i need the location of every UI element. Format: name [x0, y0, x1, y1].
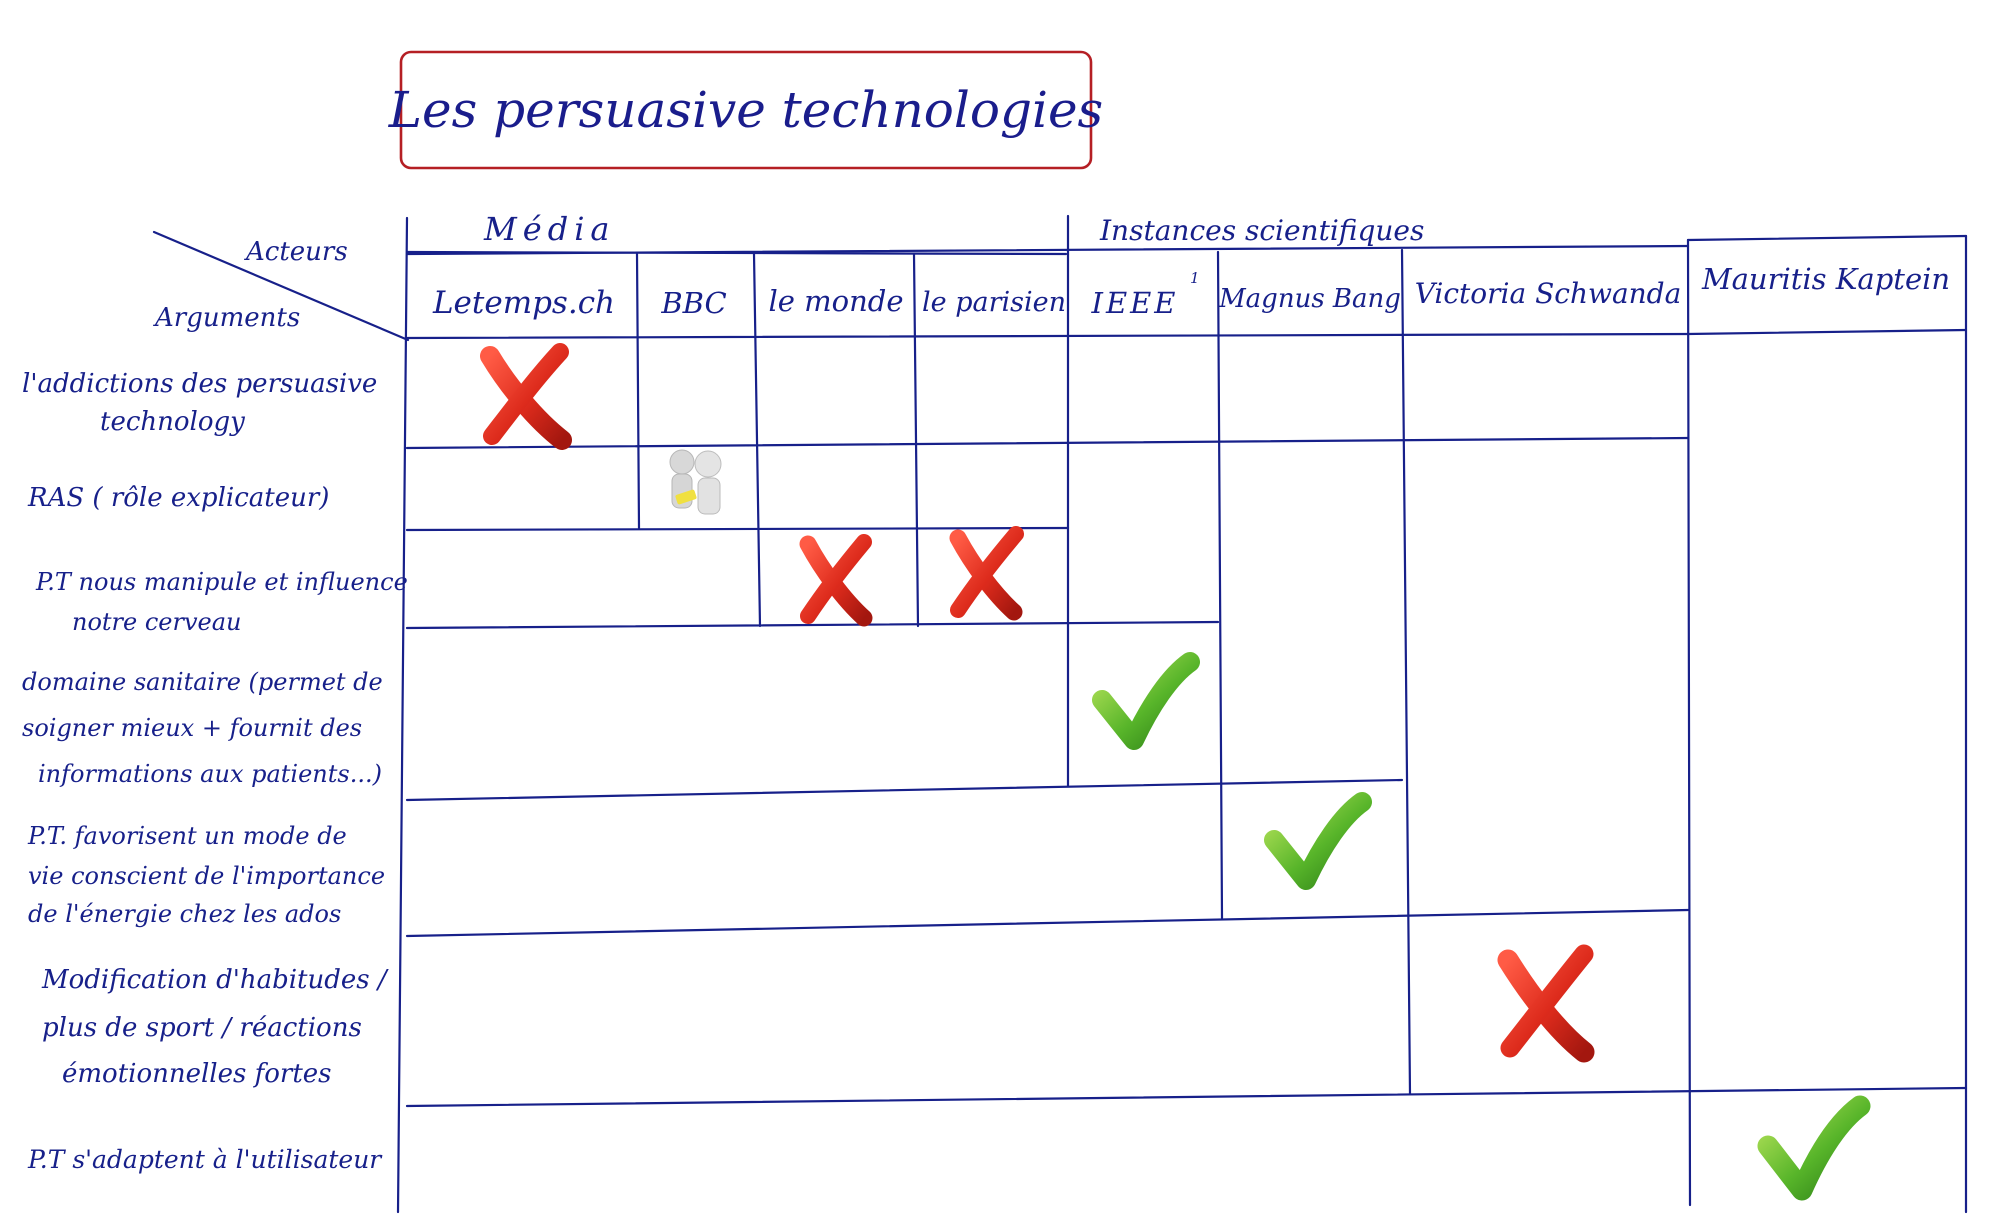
grid-line	[405, 908, 1690, 938]
grid-line	[1400, 248, 1412, 1096]
row-label-adaptation: P.T s'adaptent à l'utilisateur	[27, 1145, 383, 1174]
actor-label-le-parisien: le parisien	[922, 287, 1066, 318]
row-label-line: RAS ( rôle explicateur)	[27, 483, 329, 513]
row-label-line: l'addictions des persuasive	[22, 369, 377, 399]
row-label-line: plus de sport / réactions	[42, 1013, 362, 1043]
row-label-manipulation: P.T nous manipule et influence notre cer…	[35, 568, 415, 636]
grid-line	[405, 778, 1404, 802]
grid-line	[405, 436, 1690, 450]
corner-label-actors: Acteurs	[244, 237, 348, 267]
row-label-line: de l'énergie chez les ados	[28, 900, 341, 928]
row-label-habits: Modification d'habitudes / plus de sport…	[41, 965, 395, 1089]
grid-line	[752, 252, 762, 628]
row-label-line: notre cerveau	[72, 608, 242, 636]
cell-marks	[480, 343, 1871, 1201]
row-label-line: émotionnelles fortes	[62, 1059, 332, 1089]
row-label-line: informations aux patients...)	[38, 760, 382, 788]
actor-label-magnus-bang: Magnus Bang	[1218, 284, 1401, 314]
row-label-line: P.T. favorisent un mode de	[27, 822, 347, 850]
grid-line	[396, 216, 409, 1214]
row-label-health: domaine sanitaire (permet de soigner mie…	[22, 668, 390, 788]
grid-line	[1686, 238, 1692, 1207]
title-box: Les persuasive technologies	[388, 50, 1103, 170]
grid-line	[405, 620, 1220, 630]
check-icon	[1264, 792, 1372, 890]
actor-label-ieee: IEEE	[1091, 286, 1179, 320]
row-label-addiction: l'addictions des persuasive technology	[22, 369, 386, 437]
cross-icon	[799, 534, 873, 627]
row-label-line: vie conscient de l'importance	[28, 862, 385, 890]
check-icon	[1092, 652, 1200, 750]
actor-label-mauritis-kaptein: Mauritis Kaptein	[1701, 262, 1950, 296]
corner-label-arguments: Arguments	[153, 303, 300, 333]
grid-line	[405, 526, 1070, 532]
figures-icon	[669, 449, 722, 515]
row-label-line: soigner mieux + fournit des	[22, 714, 362, 742]
table-header: Acteurs Arguments Média Instances scient…	[152, 210, 1950, 342]
grid-line	[1686, 234, 1968, 242]
actor-label-bbc: BBC	[660, 286, 726, 320]
row-label-line: technology	[100, 407, 245, 437]
grid-line	[405, 332, 1690, 340]
group-label-scientific: Instances scientifiques	[1099, 214, 1424, 247]
page-title: Les persuasive technologies	[388, 81, 1103, 139]
table-grid	[396, 214, 1968, 1214]
row-label-line: P.T nous manipule et influence	[35, 568, 408, 596]
grid-line	[635, 252, 641, 530]
group-label-media: Média	[483, 210, 616, 248]
row-label-energy: P.T. favorisent un mode de vie conscient…	[27, 822, 393, 928]
grid-line	[1686, 328, 1968, 336]
check-icon	[1757, 1095, 1871, 1201]
actor-label-ieee-superscript: 1	[1190, 269, 1200, 287]
row-label-line: Modification d'habitudes /	[41, 965, 389, 995]
actor-label-victoria-schwanda: Victoria Schwanda	[1415, 277, 1682, 310]
actor-label-le-monde: le monde	[768, 284, 903, 318]
argument-matrix-sheet: Les persuasive technologies Acteurs Argu…	[22, 50, 1968, 1214]
cross-icon	[949, 526, 1024, 621]
row-label-line: P.T s'adaptent à l'utilisateur	[27, 1145, 383, 1174]
cross-icon	[480, 343, 572, 450]
actor-label-letemps: Letemps.ch	[432, 285, 615, 321]
row-labels: l'addictions des persuasive technology R…	[22, 369, 415, 1174]
cross-icon	[1497, 944, 1595, 1063]
row-label-ras: RAS ( rôle explicateur)	[27, 483, 329, 513]
grid-line	[405, 1086, 1968, 1108]
grid-line	[912, 252, 920, 628]
row-label-line: domaine sanitaire (permet de	[22, 668, 383, 696]
grid-line	[1216, 250, 1224, 920]
